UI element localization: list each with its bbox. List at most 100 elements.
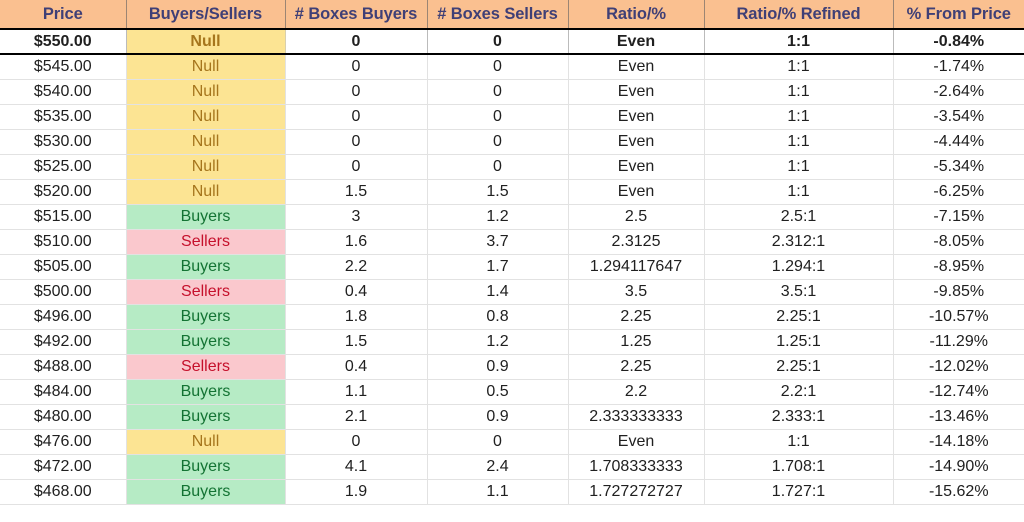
cell-ratio[interactable]: 2.2 (568, 379, 705, 405)
cell-buyers-sellers[interactable]: Null (126, 429, 286, 455)
cell-ratio[interactable]: Even (568, 429, 705, 455)
cell-boxes-sellers[interactable]: 0 (427, 429, 569, 455)
cell-price[interactable]: $505.00 (0, 254, 127, 280)
cell-boxes-sellers[interactable]: 1.7 (427, 254, 569, 280)
cell-pct-from-price[interactable]: -2.64% (893, 79, 1024, 105)
cell-buyers-sellers[interactable]: Null (126, 79, 286, 105)
column-header-price[interactable]: Price (0, 0, 127, 30)
cell-buyers-sellers[interactable]: Buyers (126, 254, 286, 280)
cell-boxes-buyers[interactable]: 0 (285, 28, 428, 55)
cell-pct-from-price[interactable]: -5.34% (893, 154, 1024, 180)
cell-price[interactable]: $520.00 (0, 179, 127, 205)
cell-buyers-sellers[interactable]: Null (126, 179, 286, 205)
cell-price[interactable]: $510.00 (0, 229, 127, 255)
cell-price[interactable]: $530.00 (0, 129, 127, 155)
cell-buyers-sellers[interactable]: Null (126, 129, 286, 155)
cell-ratio[interactable]: Even (568, 179, 705, 205)
table-row[interactable]: $545.00 Null 0 0 Even 1:1 -1.74% (0, 54, 1024, 80)
column-header-ratio[interactable]: Ratio/% (568, 0, 705, 30)
cell-boxes-sellers[interactable]: 0.8 (427, 304, 569, 330)
cell-buyers-sellers[interactable]: Buyers (126, 379, 286, 405)
column-header-pct-from-price[interactable]: % From Price (893, 0, 1024, 30)
cell-price[interactable]: $484.00 (0, 379, 127, 405)
cell-price[interactable]: $535.00 (0, 104, 127, 130)
cell-boxes-buyers[interactable]: 0 (285, 429, 428, 455)
cell-ratio-refined[interactable]: 3.5:1 (704, 279, 894, 305)
cell-boxes-buyers[interactable]: 0 (285, 129, 428, 155)
table-row[interactable]: $476.00 Null 0 0 Even 1:1 -14.18% (0, 429, 1024, 455)
cell-ratio[interactable]: 3.5 (568, 279, 705, 305)
cell-pct-from-price[interactable]: -12.02% (893, 354, 1024, 380)
cell-buyers-sellers[interactable]: Sellers (126, 279, 286, 305)
table-row[interactable]: $496.00 Buyers 1.8 0.8 2.25 2.25:1 -10.57% (0, 304, 1024, 330)
table-row[interactable]: $525.00 Null 0 0 Even 1:1 -5.34% (0, 154, 1024, 180)
cell-pct-from-price[interactable]: -12.74% (893, 379, 1024, 405)
cell-pct-from-price[interactable]: -8.05% (893, 229, 1024, 255)
cell-ratio-refined[interactable]: 2.312:1 (704, 229, 894, 255)
cell-boxes-buyers[interactable]: 2.1 (285, 404, 428, 430)
cell-boxes-sellers[interactable]: 0.9 (427, 354, 569, 380)
cell-ratio-refined[interactable]: 1:1 (704, 54, 894, 80)
table-row[interactable]: $550.00 Null 0 0 Even 1:1 -0.84% (0, 28, 1024, 55)
table-row[interactable]: $492.00 Buyers 1.5 1.2 1.25 1.25:1 -11.29% (0, 329, 1024, 355)
cell-ratio[interactable]: 2.25 (568, 304, 705, 330)
cell-boxes-sellers[interactable]: 2.4 (427, 454, 569, 480)
cell-ratio[interactable]: 1.708333333 (568, 454, 705, 480)
cell-pct-from-price[interactable]: -15.62% (893, 479, 1024, 505)
cell-ratio[interactable]: 1.727272727 (568, 479, 705, 505)
cell-ratio[interactable]: Even (568, 104, 705, 130)
table-row[interactable]: $530.00 Null 0 0 Even 1:1 -4.44% (0, 129, 1024, 155)
cell-pct-from-price[interactable]: -3.54% (893, 104, 1024, 130)
cell-price[interactable]: $476.00 (0, 429, 127, 455)
cell-ratio-refined[interactable]: 2.25:1 (704, 354, 894, 380)
column-header-boxes-buyers[interactable]: # Boxes Buyers (285, 0, 428, 30)
cell-boxes-sellers[interactable]: 0.5 (427, 379, 569, 405)
cell-ratio[interactable]: 1.294117647 (568, 254, 705, 280)
cell-ratio[interactable]: 2.25 (568, 354, 705, 380)
order-flow-levels-table[interactable]: Price Buyers/Sellers # Boxes Buyers # Bo… (0, 0, 1024, 505)
cell-ratio[interactable]: Even (568, 79, 705, 105)
cell-boxes-buyers[interactable]: 1.6 (285, 229, 428, 255)
cell-buyers-sellers[interactable]: Buyers (126, 304, 286, 330)
column-header-boxes-sellers[interactable]: # Boxes Sellers (427, 0, 569, 30)
cell-ratio[interactable]: 1.25 (568, 329, 705, 355)
cell-price[interactable]: $500.00 (0, 279, 127, 305)
cell-pct-from-price[interactable]: -7.15% (893, 204, 1024, 230)
cell-boxes-buyers[interactable]: 1.8 (285, 304, 428, 330)
cell-buyers-sellers[interactable]: Null (126, 28, 286, 55)
cell-price[interactable]: $496.00 (0, 304, 127, 330)
table-row[interactable]: $500.00 Sellers 0.4 1.4 3.5 3.5:1 -9.85% (0, 279, 1024, 305)
table-row[interactable]: $540.00 Null 0 0 Even 1:1 -2.64% (0, 79, 1024, 105)
cell-boxes-sellers[interactable]: 3.7 (427, 229, 569, 255)
cell-boxes-buyers[interactable]: 0 (285, 154, 428, 180)
cell-pct-from-price[interactable]: -14.90% (893, 454, 1024, 480)
cell-buyers-sellers[interactable]: Buyers (126, 329, 286, 355)
cell-ratio-refined[interactable]: 1.708:1 (704, 454, 894, 480)
cell-buyers-sellers[interactable]: Null (126, 154, 286, 180)
cell-price[interactable]: $480.00 (0, 404, 127, 430)
cell-boxes-buyers[interactable]: 3 (285, 204, 428, 230)
table-row[interactable]: $535.00 Null 0 0 Even 1:1 -3.54% (0, 104, 1024, 130)
cell-boxes-buyers[interactable]: 0.4 (285, 354, 428, 380)
cell-boxes-sellers[interactable]: 0 (427, 28, 569, 55)
cell-buyers-sellers[interactable]: Null (126, 54, 286, 80)
cell-boxes-buyers[interactable]: 1.1 (285, 379, 428, 405)
cell-pct-from-price[interactable]: -14.18% (893, 429, 1024, 455)
cell-ratio-refined[interactable]: 1.25:1 (704, 329, 894, 355)
cell-boxes-sellers[interactable]: 0 (427, 104, 569, 130)
cell-ratio[interactable]: Even (568, 54, 705, 80)
cell-price[interactable]: $550.00 (0, 28, 127, 55)
cell-boxes-buyers[interactable]: 1.5 (285, 179, 428, 205)
cell-price[interactable]: $540.00 (0, 79, 127, 105)
cell-boxes-buyers[interactable]: 0 (285, 54, 428, 80)
cell-buyers-sellers[interactable]: Buyers (126, 454, 286, 480)
cell-ratio[interactable]: 2.5 (568, 204, 705, 230)
cell-boxes-buyers[interactable]: 0.4 (285, 279, 428, 305)
cell-ratio[interactable]: Even (568, 154, 705, 180)
cell-boxes-buyers[interactable]: 0 (285, 79, 428, 105)
cell-ratio[interactable]: Even (568, 129, 705, 155)
cell-price[interactable]: $545.00 (0, 54, 127, 80)
cell-buyers-sellers[interactable]: Null (126, 104, 286, 130)
cell-boxes-sellers[interactable]: 1.1 (427, 479, 569, 505)
cell-boxes-sellers[interactable]: 0.9 (427, 404, 569, 430)
